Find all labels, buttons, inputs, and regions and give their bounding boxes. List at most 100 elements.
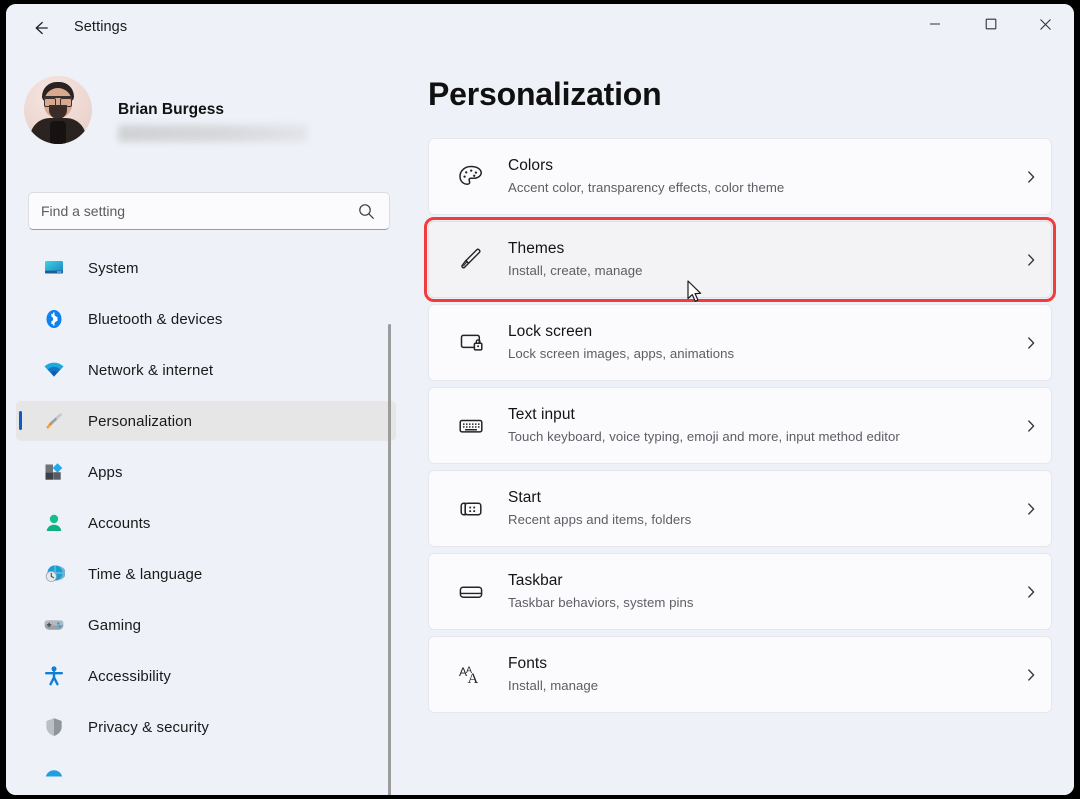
account-email-redacted	[118, 125, 308, 142]
sidebar-item-label: Accessibility	[88, 668, 171, 685]
chevron-right-icon	[1011, 336, 1051, 350]
card-subtitle: Install, manage	[508, 676, 1011, 695]
sidebar-item-system[interactable]: System	[16, 248, 396, 288]
apps-icon	[42, 460, 66, 484]
account-block[interactable]: Brian Burgess	[24, 76, 384, 148]
sidebar-nav-list: System Bluetooth & devices	[16, 248, 396, 793]
avatar	[24, 76, 92, 144]
card-subtitle: Recent apps and items, folders	[508, 510, 1011, 529]
settings-card-taskbar[interactable]: Taskbar Taskbar behaviors, system pins	[428, 553, 1052, 630]
chevron-right-icon	[1011, 419, 1051, 433]
avatar-shirt	[50, 121, 66, 144]
card-text: Colors Accent color, transparency effect…	[508, 156, 1011, 197]
settings-card-fonts[interactable]: A A A Fonts Install, manage	[428, 636, 1052, 713]
chevron-right-icon	[1011, 502, 1051, 516]
card-text: Taskbar Taskbar behaviors, system pins	[508, 571, 1011, 612]
fonts-aa-icon: A A A	[454, 660, 488, 690]
card-title: Start	[508, 489, 541, 506]
card-title: Lock screen	[508, 323, 592, 340]
card-title: Text input	[508, 406, 575, 423]
card-title: Colors	[508, 157, 553, 174]
maximize-button[interactable]	[968, 4, 1014, 44]
monitor-icon	[42, 256, 66, 280]
back-arrow-icon	[31, 18, 51, 38]
sidebar-item-label: Privacy & security	[88, 719, 209, 736]
card-text: Fonts Install, manage	[508, 654, 1011, 695]
avatar-glasses	[44, 96, 72, 103]
title-bar: Settings	[6, 4, 1074, 52]
svg-text:A: A	[468, 671, 479, 687]
settings-card-colors[interactable]: Colors Accent color, transparency effect…	[428, 138, 1052, 215]
chevron-right-icon	[1011, 170, 1051, 184]
settings-card-start[interactable]: Start Recent apps and items, folders	[428, 470, 1052, 547]
search-box[interactable]	[28, 192, 390, 230]
sidebar-item-gaming[interactable]: Gaming	[16, 605, 396, 645]
sidebar-item-label: System	[88, 260, 139, 277]
card-subtitle: Install, create, manage	[508, 261, 1011, 280]
person-icon	[42, 511, 66, 535]
sidebar-item-label: Bluetooth & devices	[88, 311, 222, 328]
settings-card-lock-screen[interactable]: Lock screen Lock screen images, apps, an…	[428, 304, 1052, 381]
sidebar-item-label: Gaming	[88, 617, 141, 634]
wifi-icon	[42, 358, 66, 382]
keyboard-icon	[454, 411, 488, 441]
clock-globe-icon	[42, 562, 66, 586]
settings-window: Settings B	[6, 4, 1074, 795]
account-name: Brian Burgess	[118, 101, 224, 119]
card-text: Start Recent apps and items, folders	[508, 488, 1011, 529]
page-title: Personalization	[428, 76, 662, 113]
sidebar-item-accessibility[interactable]: Accessibility	[16, 656, 396, 696]
sidebar-item-privacy-security[interactable]: Privacy & security	[16, 707, 396, 747]
shield-icon	[42, 715, 66, 739]
sidebar-scrollbar[interactable]	[388, 324, 391, 795]
card-title: Taskbar	[508, 572, 563, 589]
sidebar: Brian Burgess	[6, 52, 406, 795]
sidebar-item-label: Network & internet	[88, 362, 213, 379]
main-content: Personalization Colors Accent co	[406, 52, 1074, 795]
sidebar-item-time-language[interactable]: Time & language	[16, 554, 396, 594]
sidebar-item-label: Apps	[88, 464, 123, 481]
app-title: Settings	[74, 19, 127, 35]
maximize-icon	[985, 18, 997, 30]
gamepad-icon	[42, 613, 66, 637]
taskbar-icon	[454, 577, 488, 607]
avatar-beard	[49, 105, 67, 119]
minimize-icon	[929, 18, 941, 30]
sidebar-item-bluetooth-devices[interactable]: Bluetooth & devices	[16, 299, 396, 339]
sidebar-item-network-internet[interactable]: Network & internet	[16, 350, 396, 390]
back-button[interactable]	[24, 13, 58, 43]
search-input[interactable]	[29, 203, 358, 219]
settings-card-list: Colors Accent color, transparency effect…	[428, 138, 1052, 719]
search-icon	[358, 203, 389, 220]
paintbrush-icon	[42, 409, 66, 433]
sidebar-item-personalization[interactable]: Personalization	[16, 401, 396, 441]
palette-icon	[454, 162, 488, 192]
card-text: Themes Install, create, manage	[508, 239, 1011, 280]
card-subtitle: Accent color, transparency effects, colo…	[508, 178, 1011, 197]
paintbrush-icon	[454, 245, 488, 275]
bluetooth-icon	[42, 307, 66, 331]
minimize-button[interactable]	[912, 4, 958, 44]
card-subtitle: Lock screen images, apps, animations	[508, 344, 1011, 363]
accessibility-person-icon	[42, 664, 66, 688]
card-subtitle: Taskbar behaviors, system pins	[508, 593, 1011, 612]
sidebar-item-label: Time & language	[88, 566, 202, 583]
close-icon	[1039, 18, 1052, 31]
sidebar-item-accounts[interactable]: Accounts	[16, 503, 396, 543]
windows-update-icon	[42, 766, 66, 790]
settings-card-text-input[interactable]: Text input Touch keyboard, voice typing,…	[428, 387, 1052, 464]
sidebar-item-label: Accounts	[88, 515, 151, 532]
chevron-right-icon	[1011, 668, 1051, 682]
card-subtitle: Touch keyboard, voice typing, emoji and …	[508, 427, 1011, 446]
card-title: Fonts	[508, 655, 547, 672]
chevron-right-icon	[1011, 585, 1051, 599]
close-button[interactable]	[1022, 4, 1068, 44]
sidebar-item-windows-update[interactable]	[16, 758, 396, 793]
sidebar-item-label: Personalization	[88, 413, 192, 430]
sidebar-item-apps[interactable]: Apps	[16, 452, 396, 492]
card-title: Themes	[508, 240, 564, 257]
start-menu-icon	[454, 494, 488, 524]
settings-card-themes[interactable]: Themes Install, create, manage	[428, 221, 1052, 298]
lock-screen-icon	[454, 328, 488, 358]
card-text: Lock screen Lock screen images, apps, an…	[508, 322, 1011, 363]
